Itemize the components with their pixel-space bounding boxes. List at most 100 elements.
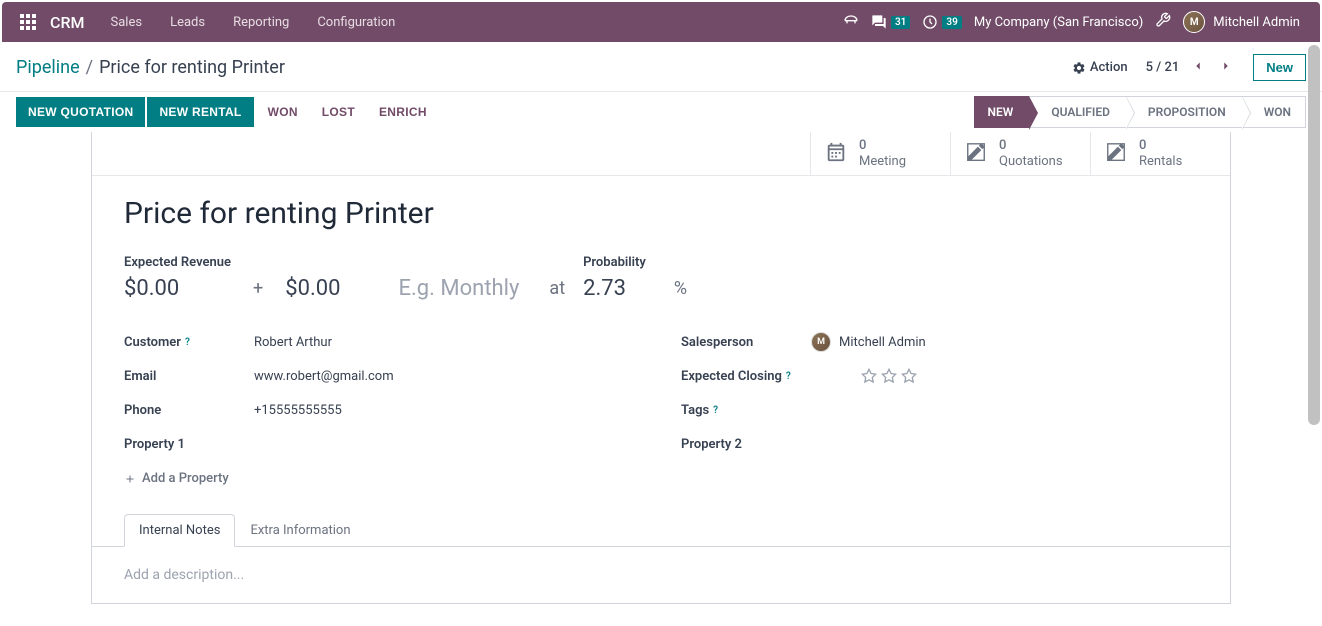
field-label: Email [124,369,254,384]
field-label: Customer ? [124,335,254,350]
topnav-left: CRM SalesLeadsReportingConfiguration [10,2,409,42]
help-icon[interactable]: ? [185,337,190,348]
star-icon[interactable] [901,368,917,384]
field-value[interactable]: +15555555555 [254,403,641,418]
breadcrumb-bar: Pipeline / Price for renting Printer Act… [0,44,1322,92]
field-label: Tags ? [681,403,811,418]
stat-meeting[interactable]: 0Meeting [810,132,950,175]
field-phone: Phone+15555555555 [124,393,641,427]
star-icon[interactable] [861,368,877,384]
activities-button[interactable]: 39 [922,14,961,30]
expected-revenue-label: Expected Revenue [124,255,231,270]
nav-item-sales[interactable]: Sales [97,5,157,40]
tab-internal-notes[interactable]: Internal Notes [124,514,235,547]
help-icon[interactable]: ? [786,371,791,382]
field-label: Salesperson [681,335,811,350]
gear-icon [1072,61,1086,75]
priority-stars[interactable] [861,368,1198,384]
form-grid: Customer ?Robert ArthurEmailwww.robert@g… [124,325,1198,461]
field-expected-closing: Expected Closing ? [681,359,1198,393]
new-quotation-button[interactable]: NEW QUOTATION [16,97,145,127]
stat-rentals[interactable]: 0Rentals [1090,132,1230,175]
field-customer: Customer ?Robert Arthur [124,325,641,359]
stage-proposition[interactable]: PROPOSITION [1126,96,1242,128]
probability-label: Probability [583,255,646,270]
nav-item-reporting[interactable]: Reporting [219,5,303,40]
form-left-column: Customer ?Robert ArthurEmailwww.robert@g… [124,325,641,461]
breadcrumb-actions: Action 5 / 21 New [1072,54,1306,81]
action-dropdown[interactable]: Action [1072,60,1128,75]
nav-item-configuration[interactable]: Configuration [303,5,409,40]
top-nav: CRM SalesLeadsReportingConfiguration 31 … [2,2,1320,42]
breadcrumb-parent[interactable]: Pipeline [16,57,80,78]
field-value[interactable] [811,368,1198,384]
form-sheet: 0Meeting0Quotations0Rentals Price for re… [91,132,1231,604]
percent-label: % [674,278,687,301]
won-button[interactable]: WON [256,97,310,127]
record-title[interactable]: Price for renting Printer [124,196,1198,231]
sheet-body: Price for renting Printer Expected Reven… [92,176,1230,494]
tab-extra-information[interactable]: Extra Information [235,514,365,547]
at-label: at [549,278,565,301]
add-property-button[interactable]: Add a Property [124,471,1198,486]
field-label: Phone [124,403,254,418]
field-property-2: Property 2 [681,427,1198,461]
pager-text[interactable]: 5 / 21 [1146,60,1180,75]
stage-bar: NEWQUALIFIEDPROPOSITIONWON [974,92,1306,132]
help-icon[interactable]: ? [713,405,718,416]
description-input[interactable]: Add a description... [124,567,1198,583]
field-tags: Tags ? [681,393,1198,427]
new-rental-button[interactable]: NEW RENTAL [147,97,253,127]
field-salesperson: SalespersonMMitchell Admin [681,325,1198,359]
action-buttons: NEW QUOTATIONNEW RENTALWONLOSTENRICH [16,92,439,132]
nav-item-leads[interactable]: Leads [156,5,219,40]
app-brand[interactable]: CRM [50,13,85,32]
field-property-1: Property 1 [124,427,641,461]
tab-content: Add a description... [92,547,1230,603]
breadcrumb-separator: / [86,57,93,78]
messages-button[interactable]: 31 [871,14,910,30]
expected-revenue-value[interactable]: $0.00 [124,276,231,301]
stat-quotations[interactable]: 0Quotations [950,132,1090,175]
plus-separator: + [253,278,263,301]
plus-icon [124,473,136,485]
field-value[interactable]: MMitchell Admin [811,332,1198,352]
recurring-revenue-value[interactable]: $0.00 [285,276,340,301]
user-avatar: M [1183,11,1205,33]
lost-button[interactable]: LOST [310,97,367,127]
probability-value[interactable]: 2.73 [583,276,646,301]
form-right-column: SalespersonMMitchell AdminExpected Closi… [681,325,1198,461]
topnav-right: 31 39 My Company (San Francisco) M Mitch… [843,11,1312,33]
scrollbar[interactable] [1308,45,1320,425]
activities-badge: 39 [942,16,961,29]
pager-next[interactable] [1217,57,1235,79]
stat-buttons: 0Meeting0Quotations0Rentals [92,132,1230,176]
sheet-container: 0Meeting0Quotations0Rentals Price for re… [0,132,1322,624]
breadcrumb: Pipeline / Price for renting Printer [16,57,285,78]
pencil-square-icon [1105,141,1127,167]
user-name-label: Mitchell Admin [1213,15,1300,30]
pencil-square-icon [965,141,987,167]
company-selector[interactable]: My Company (San Francisco) [974,15,1143,30]
enrich-button[interactable]: ENRICH [367,97,439,127]
field-label: Property 1 [124,437,254,452]
stage-new[interactable]: NEW [974,96,1030,128]
pager: 5 / 21 [1146,57,1236,79]
field-email: Emailwww.robert@gmail.com [124,359,641,393]
stage-won[interactable]: WON [1242,96,1306,128]
notebook-tabs: Internal NotesExtra Information [92,514,1230,547]
stage-qualified[interactable]: QUALIFIED [1029,96,1126,128]
debug-icon[interactable] [1155,12,1171,32]
revenue-row: Expected Revenue $0.00 + $0.00 E.g. Mont… [124,255,1198,301]
new-button[interactable]: New [1253,54,1306,81]
field-value[interactable]: Robert Arthur [254,335,641,350]
apps-menu-icon[interactable] [10,2,46,42]
star-icon[interactable] [881,368,897,384]
recurring-plan-placeholder[interactable]: E.g. Monthly [399,276,520,301]
field-value[interactable]: www.robert@gmail.com [254,369,641,384]
pager-prev[interactable] [1189,57,1207,79]
phone-icon[interactable] [843,14,859,30]
calendar-icon [825,141,847,167]
salesperson-avatar: M [811,332,831,352]
user-menu[interactable]: M Mitchell Admin [1183,11,1300,33]
